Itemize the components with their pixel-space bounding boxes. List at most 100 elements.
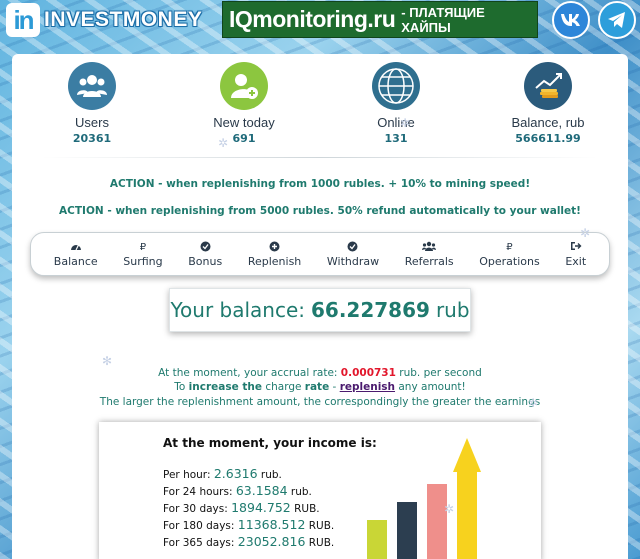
nav-replenish-label: Replenish — [247, 254, 302, 268]
balance-unit: rub — [435, 298, 470, 322]
dashboard-icon — [54, 241, 98, 255]
vk-icon[interactable] — [552, 1, 590, 39]
user-add-icon — [220, 62, 268, 110]
nav-replenish[interactable]: Replenish — [248, 241, 301, 268]
rate-prefix: At the moment, your accrual rate: — [158, 367, 338, 379]
promo-line-2: ACTION - when replenishing from 5000 rub… — [59, 205, 581, 217]
users-icon — [68, 62, 116, 110]
accrual-rate-line: At the moment, your accrual rate: 0.0007… — [12, 367, 628, 379]
logo-text: INVESTMONEY — [44, 8, 203, 31]
accrual-rate-value: 0.000731 — [340, 367, 396, 379]
income-row-value: 63.1584 — [235, 483, 288, 498]
stat-balance: Balance, rub 566611.99 — [478, 62, 618, 145]
income-panel: At the moment, your income is: Per hour:… — [99, 422, 541, 559]
check-circle-icon — [188, 241, 222, 255]
globe-icon — [372, 62, 420, 110]
income-row-unit: RUB. — [308, 537, 335, 549]
stat-new-today: New today 691 — [174, 62, 314, 145]
stat-new-today-value: 691 — [232, 132, 256, 145]
growth-bar-2 — [397, 502, 417, 559]
stat-new-today-label: New today — [213, 115, 275, 130]
hint-a: To — [174, 381, 186, 393]
nav-withdraw[interactable]: Withdraw — [327, 241, 379, 268]
nav-referrals-label: Referrals — [404, 254, 454, 268]
main-panel: Users 20361 New today 691 Online 131 Bal… — [12, 54, 628, 559]
income-row-value: 2.6316 — [213, 466, 258, 481]
income-row-label: For 24 hours: — [163, 486, 233, 498]
earnings-note: The larger the replenishment amount, the… — [99, 396, 541, 408]
growth-bars-icon — [367, 438, 481, 559]
income-row-180d: For 180 days: 11368.512 RUB. — [163, 517, 334, 532]
stats-row: Users 20361 New today 691 Online 131 Bal… — [12, 62, 628, 162]
nav-bonus-label: Bonus — [188, 254, 223, 268]
replenish-hint-line: To increase the charge rate - replenish … — [12, 381, 628, 393]
plus-circle-icon — [248, 241, 301, 255]
stat-users-value: 20361 — [72, 132, 112, 145]
account-nav: Balance ₽ Surfing Bonus Replenish Withdr… — [30, 232, 610, 276]
income-row-value: 1894.752 — [231, 500, 291, 515]
growth-bar-1 — [367, 520, 387, 559]
income-row-label: For 365 days: — [163, 537, 235, 549]
income-row-unit: rub. — [260, 469, 282, 481]
stat-online-label: Online — [377, 115, 415, 130]
income-row-unit: RUB. — [308, 520, 335, 532]
nav-exit-label: Exit — [565, 254, 587, 268]
income-row-label: Per hour: — [163, 469, 211, 481]
group-icon — [405, 241, 454, 255]
balance-amount: 66.227869 — [311, 298, 430, 322]
banner-subtitle: - ПЛАТЯЩИЕ ХАЙПЫ — [401, 4, 485, 35]
growth-arrow — [453, 438, 481, 472]
income-row-value: 23052.816 — [237, 534, 306, 549]
logo-badge: in — [6, 3, 40, 37]
income-row-365d: For 365 days: 23052.816 RUB. — [163, 534, 334, 549]
growth-bar-4 — [457, 472, 477, 559]
nav-surfing-label: Surfing — [123, 254, 163, 268]
income-row-value: 11368.512 — [237, 517, 306, 532]
nav-balance-label: Balance — [53, 254, 98, 268]
rate-suffix: rub. per second — [399, 367, 482, 379]
ruble-icon: ₽ — [506, 241, 513, 253]
check-circle-icon — [327, 241, 379, 255]
stat-users-label: Users — [75, 115, 109, 130]
nav-balance[interactable]: Balance — [54, 241, 98, 268]
income-row-unit: rub. — [290, 486, 312, 498]
ad-banner[interactable]: IQmonitoring.ru - ПЛАТЯЩИЕ ХАЙПЫ — [222, 1, 538, 38]
hint-d: rate — [304, 381, 330, 393]
hint-f: any amount! — [398, 381, 466, 393]
stat-users: Users 20361 — [22, 62, 162, 145]
income-title: At the moment, your income is: — [163, 436, 377, 450]
nav-surfing[interactable]: ₽ Surfing — [123, 241, 162, 268]
site-logo[interactable]: in INVESTMONEY — [6, 3, 202, 37]
ruble-icon: ₽ — [139, 241, 147, 253]
nav-referrals[interactable]: Referrals — [405, 241, 454, 268]
telegram-icon[interactable] — [598, 1, 636, 39]
nav-exit[interactable]: Exit — [565, 241, 586, 268]
stats-divider — [42, 157, 598, 158]
income-row-30d: For 30 days: 1894.752 RUB. — [163, 500, 320, 515]
money-chart-icon — [524, 62, 572, 110]
hint-b: increase the — [188, 381, 262, 393]
income-row-hour: Per hour: 2.6316 rub. — [163, 466, 282, 481]
stat-balance-value: 566611.99 — [515, 132, 581, 145]
nav-bonus[interactable]: Bonus — [188, 241, 222, 268]
nav-operations-label: Operations — [479, 254, 540, 268]
nav-operations[interactable]: ₽ Operations — [479, 241, 539, 268]
replenish-link[interactable]: replenish — [340, 381, 395, 393]
hint-e: - — [332, 381, 337, 393]
sign-out-icon — [565, 241, 586, 255]
balance-prefix: Your balance: — [170, 298, 305, 322]
stat-online-value: 131 — [384, 132, 408, 145]
top-bar: in INVESTMONEY IQmonitoring.ru - ПЛАТЯЩИ… — [0, 0, 640, 40]
stat-balance-label: Balance, rub — [511, 115, 585, 130]
banner-title: IQmonitoring.ru — [229, 6, 396, 32]
income-row-label: For 30 days: — [163, 503, 228, 515]
stat-online: Online 131 — [326, 62, 466, 145]
income-row-label: For 180 days: — [163, 520, 235, 532]
nav-withdraw-label: Withdraw — [326, 254, 380, 268]
income-row-24h: For 24 hours: 63.1584 rub. — [163, 483, 312, 498]
balance-display: Your balance: 66.227869 rub — [169, 288, 471, 332]
hint-c: charge — [265, 381, 302, 393]
promo-line-1: ACTION - when replenishing from 1000 rub… — [109, 178, 531, 190]
growth-bar-3 — [427, 484, 447, 559]
income-row-unit: RUB. — [294, 503, 320, 515]
